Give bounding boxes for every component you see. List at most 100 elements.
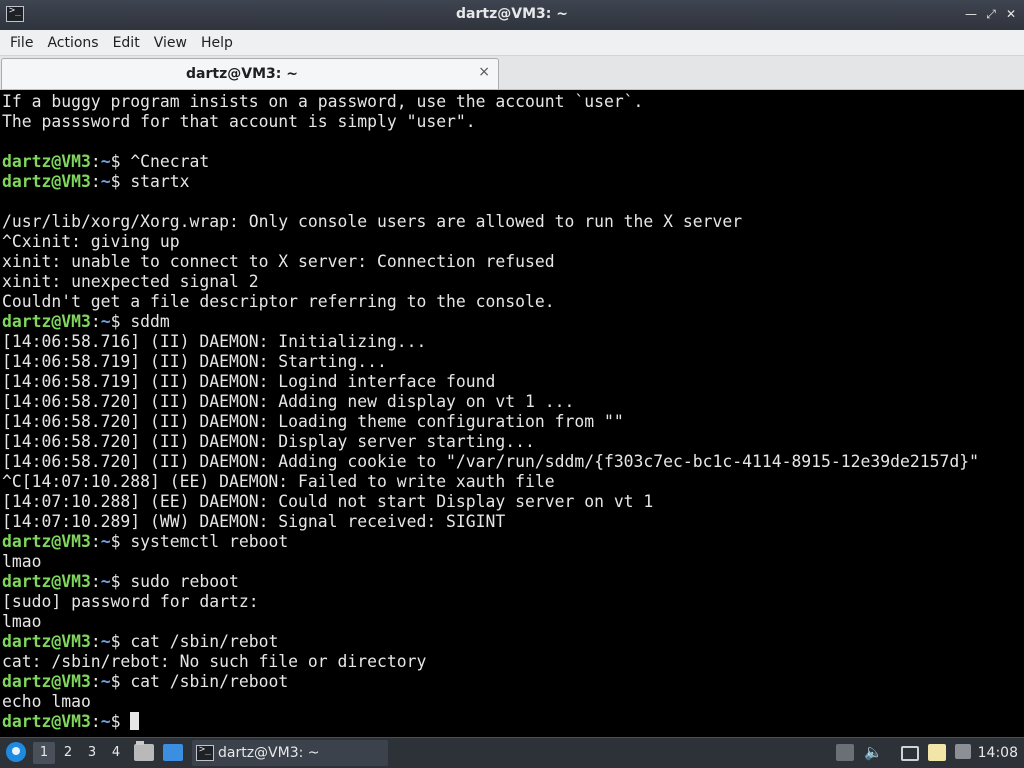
prompt-path: ~ (100, 152, 111, 171)
terminal-prompt-line: dartz@VM3:~$ sudo reboot (0, 572, 1024, 592)
command-text: systemctl reboot (130, 532, 289, 551)
prompt-colon: : (90, 632, 101, 651)
terminal-output-line: ^Cxinit: giving up (2, 232, 180, 251)
prompt-user: dartz@VM3 (2, 152, 91, 171)
prompt-dollar: $ (110, 532, 131, 551)
prompt-user: dartz@VM3 (2, 572, 91, 591)
terminal-prompt-line: dartz@VM3:~$ cat /sbin/reboot (0, 672, 1024, 692)
terminal-output-line: [sudo] password for dartz: (2, 592, 259, 611)
menu-bar: File Actions Edit View Help (0, 30, 1024, 56)
minimize-icon[interactable]: — (964, 6, 978, 22)
prompt-path: ~ (100, 312, 111, 331)
menu-view[interactable]: View (147, 35, 194, 51)
prompt-colon: : (90, 172, 101, 191)
prompt-dollar: $ (110, 152, 131, 171)
command-text: sddm (130, 312, 170, 331)
terminal-output-line: Couldn't get a file descriptor referring… (2, 292, 555, 311)
menu-file[interactable]: File (3, 35, 40, 51)
prompt-user: dartz@VM3 (2, 172, 91, 191)
updates-icon[interactable] (955, 744, 971, 759)
command-text: ^Cnecrat (130, 152, 210, 171)
terminal-output[interactable]: If a buggy program insists on a password… (0, 92, 1024, 737)
command-text: cat /sbin/rebot (130, 632, 279, 651)
prompt-colon: : (90, 572, 101, 591)
prompt-path: ~ (100, 532, 111, 551)
prompt-path: ~ (100, 712, 111, 731)
prompt-user: dartz@VM3 (2, 532, 91, 551)
tab-bar: dartz@VM3: ~ × (0, 56, 1024, 90)
terminal-cursor (130, 712, 140, 730)
terminal-output-line: xinit: unable to connect to X server: Co… (2, 252, 555, 271)
prompt-dollar: $ (110, 572, 131, 591)
terminal-prompt-line: dartz@VM3:~$ systemctl reboot (0, 532, 1024, 552)
menu-help[interactable]: Help (194, 35, 240, 51)
terminal-output-line: [14:06:58.720] (II) DAEMON: Adding cooki… (2, 452, 979, 471)
prompt-path: ~ (100, 572, 111, 591)
taskbar: 1 2 3 4 >_ dartz@VM3: ~ 🔈 14:08 (0, 737, 1024, 768)
terminal-prompt-line: dartz@VM3:~$ ^Cnecrat (0, 152, 1024, 172)
network-icon[interactable] (836, 744, 854, 761)
file-manager-icon[interactable] (134, 741, 154, 761)
terminal-output-line: ^C[14:07:10.288] (EE) DAEMON: Failed to … (2, 472, 555, 491)
window-controls: — ⤢ ✕ (964, 6, 1018, 22)
prompt-user: dartz@VM3 (2, 672, 91, 691)
display-icon[interactable] (901, 746, 919, 761)
terminal-output-line: The passsword for that account is simply… (2, 112, 476, 131)
terminal-output-line: [14:06:58.720] (II) DAEMON: Loading them… (2, 412, 624, 431)
terminal-prompt-line: dartz@VM3:~$ cat /sbin/rebot (0, 632, 1024, 652)
terminal-output-line: [14:06:58.719] (II) DAEMON: Starting... (2, 352, 387, 371)
desktop-2-button[interactable]: 2 (57, 742, 79, 764)
application-menu-icon[interactable] (6, 742, 26, 762)
clipboard-icon[interactable] (928, 744, 946, 761)
prompt-colon: : (90, 312, 101, 331)
terminal-output-line: lmao (2, 552, 42, 571)
desktop-3-button[interactable]: 3 (81, 742, 103, 764)
terminal-output-line: [14:07:10.289] (WW) DAEMON: Signal recei… (2, 512, 506, 531)
menu-actions[interactable]: Actions (40, 35, 105, 51)
clock[interactable]: 14:08 (978, 745, 1018, 761)
desktop-1-button[interactable]: 1 (33, 742, 55, 764)
prompt-path: ~ (100, 632, 111, 651)
prompt-dollar: $ (110, 632, 131, 651)
tab-terminal[interactable]: dartz@VM3: ~ × (1, 58, 499, 89)
terminal-output-line: lmao (2, 612, 42, 631)
terminal-prompt-line: dartz@VM3:~$ (0, 712, 1024, 732)
prompt-dollar: $ (110, 312, 131, 331)
prompt-colon: : (90, 152, 101, 171)
prompt-dollar: $ (110, 172, 131, 191)
terminal-icon: >_ (196, 744, 214, 761)
prompt-colon: : (90, 672, 101, 691)
maximize-icon[interactable]: ⤢ (984, 6, 998, 22)
taskbar-terminal-button[interactable]: >_ dartz@VM3: ~ (192, 740, 388, 766)
close-icon[interactable]: ✕ (1004, 6, 1018, 22)
command-text: cat /sbin/reboot (130, 672, 289, 691)
tab-close-icon[interactable]: × (478, 64, 490, 80)
terminal-output-line: [14:07:10.288] (EE) DAEMON: Could not st… (2, 492, 654, 511)
terminal-output-line: echo lmao (2, 692, 91, 711)
show-desktop-icon[interactable] (163, 744, 183, 761)
terminal-output-line: [14:06:58.716] (II) DAEMON: Initializing… (2, 332, 427, 351)
window-titlebar[interactable]: >_ dartz@VM3: ~ — ⤢ ✕ (0, 0, 1024, 30)
terminal-output-line: [14:06:58.720] (II) DAEMON: Display serv… (2, 432, 535, 451)
taskbar-task-label: dartz@VM3: ~ (218, 745, 320, 761)
window-title: dartz@VM3: ~ (456, 6, 568, 22)
terminal-output-line: xinit: unexpected signal 2 (2, 272, 259, 291)
prompt-path: ~ (100, 172, 111, 191)
prompt-dollar: $ (110, 672, 131, 691)
terminal-output-line: If a buggy program insists on a password… (2, 92, 644, 111)
menu-edit[interactable]: Edit (106, 35, 147, 51)
tab-label: dartz@VM3: ~ (186, 66, 298, 82)
volume-icon[interactable]: 🔈 (864, 743, 883, 761)
prompt-user: dartz@VM3 (2, 312, 91, 331)
desktop-4-button[interactable]: 4 (105, 742, 127, 764)
terminal-output-line: [14:06:58.720] (II) DAEMON: Adding new d… (2, 392, 575, 411)
terminal-output-line: cat: /sbin/rebot: No such file or direct… (2, 652, 427, 671)
prompt-path: ~ (100, 672, 111, 691)
prompt-colon: : (90, 532, 101, 551)
terminal-prompt-line: dartz@VM3:~$ startx (0, 172, 1024, 192)
terminal-output-line: /usr/lib/xorg/Xorg.wrap: Only console us… (2, 212, 743, 231)
terminal-prompt-line: dartz@VM3:~$ sddm (0, 312, 1024, 332)
prompt-user: dartz@VM3 (2, 632, 91, 651)
